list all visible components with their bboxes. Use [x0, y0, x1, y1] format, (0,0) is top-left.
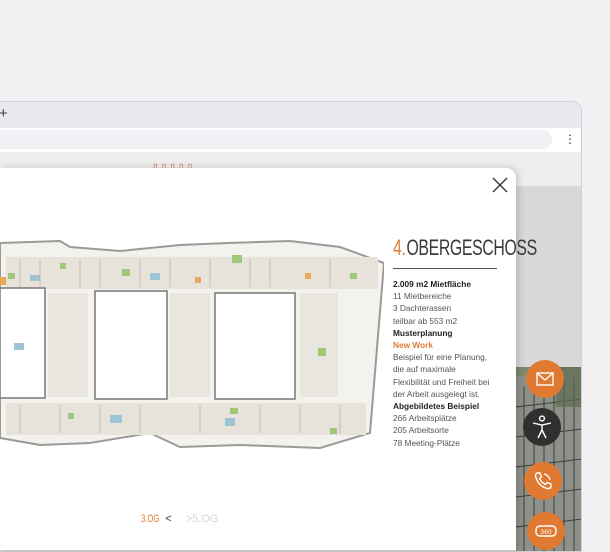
floor-title-text: OBERGESCHOSS	[406, 235, 537, 260]
accessibility-icon	[532, 415, 552, 439]
info-line: New Work	[393, 340, 433, 351]
floor-title: 4. OBERGESCHOSS	[393, 235, 537, 261]
info-line: der Arbeit ausgelegt ist.	[393, 388, 480, 399]
next-floor-label: 5.OG	[192, 513, 219, 525]
tab-strip: +	[0, 102, 581, 128]
info-line: Beispiel für eine Planung,	[393, 352, 488, 363]
360-view-button[interactable]: 360	[527, 512, 565, 550]
next-floor-button[interactable]: >5.OG	[186, 513, 219, 525]
info-line: teilbar ab 553 m2	[393, 315, 458, 326]
info-line: 2.009 m2 Mietfläche	[393, 279, 471, 289]
mail-icon	[536, 372, 554, 386]
info-line: Abgebildetes Beispiel	[393, 401, 480, 412]
current-floor-label: 3.OG	[141, 513, 160, 525]
close-icon[interactable]	[489, 174, 511, 196]
floor-plan-image[interactable]	[0, 233, 384, 473]
browser-toolbar: ⋮	[0, 128, 581, 152]
address-bar[interactable]	[0, 130, 552, 149]
call-button[interactable]	[524, 462, 562, 500]
info-line: 205 Arbeitsorte	[393, 425, 449, 436]
floor-pager: 3.OG < >5.OG	[141, 513, 218, 525]
prev-floor-button[interactable]: <	[165, 513, 171, 525]
info-line: 78 Meeting-Plätze	[393, 437, 460, 448]
accessibility-button[interactable]	[523, 408, 561, 446]
info-line: 266 Arbeitsplätze	[393, 413, 457, 424]
phone-icon	[534, 472, 552, 490]
info-line: Musterplanung	[393, 327, 453, 338]
svg-text:360: 360	[540, 529, 552, 536]
floor-info: 2.009 m2 Mietfläche 11 Mietbereiche 3 Dach…	[393, 278, 513, 449]
floor-title-number: 4.	[393, 235, 406, 260]
browser-menu-icon[interactable]: ⋮	[564, 131, 576, 147]
info-line: Flexibilität und Freiheit bei	[393, 376, 490, 387]
new-tab-button[interactable]: +	[0, 106, 8, 122]
360-view-icon: 360	[535, 525, 557, 537]
mail-button[interactable]	[526, 360, 564, 398]
info-line: 3 Dachterassen	[393, 303, 452, 314]
info-line: 11 Mietbereiche	[393, 291, 452, 302]
info-line: die auf maximale	[393, 364, 456, 375]
title-divider	[393, 268, 497, 269]
